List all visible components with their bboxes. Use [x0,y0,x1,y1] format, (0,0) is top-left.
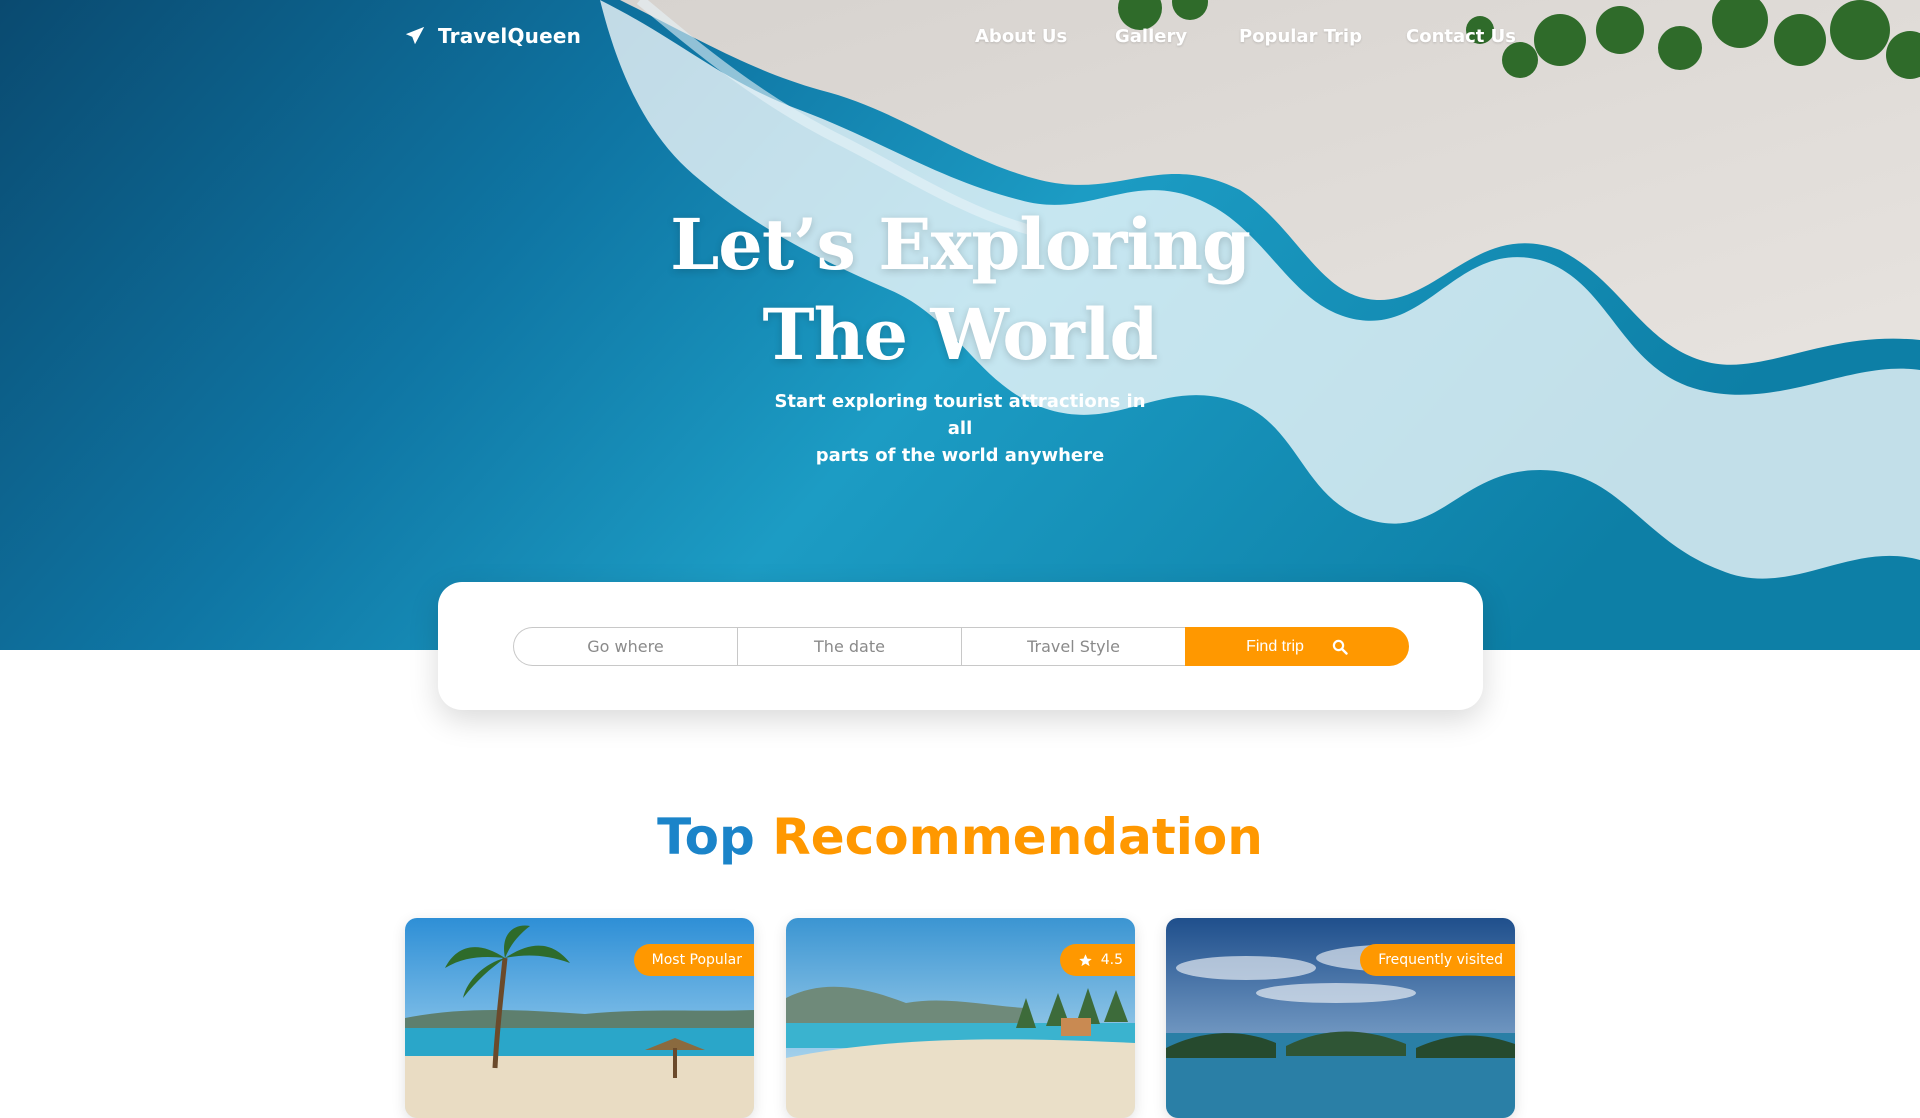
badge-label: Most Popular [651,952,742,968]
go-where-field[interactable]: Go where [513,627,737,666]
hero-title-line-1: Let’s Exploring [670,203,1251,286]
section-title-part-2: Recommendation [772,808,1263,866]
date-field[interactable]: The date [737,627,961,666]
frequently-visited-badge: Frequently visited [1360,944,1515,976]
main-nav: About Us Gallery Popular Trip Contact Us [0,26,1920,52]
nav-link-gallery[interactable]: Gallery [1115,26,1187,47]
hero-title-line-2: The World [762,293,1159,376]
recommendation-card[interactable]: Frequently visited [1166,918,1515,1118]
nav-link-contact-us[interactable]: Contact Us [1406,26,1516,47]
nav-link-about-us[interactable]: About Us [975,26,1067,47]
star-icon [1078,953,1092,966]
search-bar: Go where The date Travel Style Find trip [513,627,1409,666]
find-trip-button[interactable]: Find trip [1185,627,1409,666]
search-card: Go where The date Travel Style Find trip [438,582,1483,710]
hero-banner: TravelQueen About Us Gallery Popular Tri… [0,0,1920,650]
rating-badge: 4.5 [1059,944,1135,976]
section-title-part-1: Top [657,808,755,866]
hero-title: Let’s Exploring The World [560,200,1360,380]
search-icon [1332,639,1348,655]
hero-subtitle-line-1: Start exploring tourist attractions in a… [774,391,1146,439]
find-trip-label: Find trip [1246,637,1304,655]
travel-style-field[interactable]: Travel Style [961,627,1185,666]
most-popular-badge: Most Popular [633,944,754,976]
hero-subtitle: Start exploring tourist attractions in a… [760,388,1160,469]
recommendation-card[interactable]: 4.5 [786,918,1135,1118]
nav-link-popular-trip[interactable]: Popular Trip [1239,26,1362,47]
recommendation-card[interactable]: Most Popular [405,918,754,1118]
hero-subtitle-line-2: parts of the world anywhere [815,445,1105,466]
rating-value: 4.5 [1100,952,1123,968]
badge-label: Frequently visited [1378,952,1503,968]
section-title: Top Recommendation [0,808,1920,866]
